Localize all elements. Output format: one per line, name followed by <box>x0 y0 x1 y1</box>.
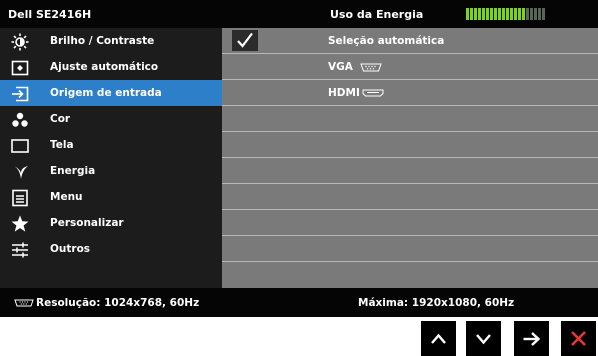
sidebar-item-others[interactable]: Outros <box>0 236 222 262</box>
energy-meter-segment <box>510 8 513 20</box>
display-icon <box>11 137 29 153</box>
energy-meter-segment <box>482 8 485 20</box>
option-label: HDMI <box>328 87 360 99</box>
brightness-icon <box>11 33 29 51</box>
sidebar-item-menu[interactable]: Menu <box>0 184 222 210</box>
sidebar-item-label: Cor <box>50 113 71 125</box>
close-icon <box>571 331 586 346</box>
energy-meter-segment <box>514 8 517 20</box>
sidebar: Brilho / Contraste Ajuste automático Ori… <box>0 28 222 288</box>
energy-meter-segment <box>502 8 505 20</box>
sidebar-item-brightness-contrast[interactable]: Brilho / Contraste <box>0 28 222 54</box>
option-label: Seleção automática <box>328 35 445 47</box>
option-row-vga[interactable]: VGA <box>222 54 598 80</box>
option-label: VGA <box>328 61 353 73</box>
energy-usage-label: Uso da Energia <box>330 8 424 21</box>
empty-row <box>222 236 598 262</box>
vga-connector-icon <box>360 63 382 72</box>
star-icon <box>11 215 29 232</box>
hdmi-connector-icon <box>362 89 384 97</box>
option-row-auto-select[interactable]: Seleção automática <box>222 28 598 54</box>
menu-icon <box>11 189 28 207</box>
sidebar-item-label: Tela <box>50 139 74 151</box>
energy-meter-segment <box>470 8 473 20</box>
energy-meter-segment <box>534 8 537 20</box>
nav-close-button[interactable] <box>561 321 596 356</box>
sidebar-item-label: Brilho / Contraste <box>50 35 155 47</box>
sidebar-item-color[interactable]: Cor <box>0 106 222 132</box>
energy-meter-segment <box>506 8 509 20</box>
energy-meter-segment <box>518 8 521 20</box>
energy-meter-segment <box>474 8 477 20</box>
down-arrow-icon <box>476 334 491 345</box>
osd-menu: Dell SE2416H Uso da Energia Brilho / Con… <box>0 0 598 317</box>
empty-row <box>222 184 598 210</box>
maximum-resolution: Máxima: 1920x1080, 60Hz <box>358 297 515 309</box>
energy-meter-segment <box>522 8 525 20</box>
sidebar-item-personalize[interactable]: Personalizar <box>0 210 222 236</box>
sidebar-item-label: Menu <box>50 191 83 203</box>
nav-right-button[interactable] <box>514 321 549 356</box>
energy-meter-segment <box>530 8 533 20</box>
sidebar-item-label: Personalizar <box>50 217 124 229</box>
checkbox[interactable] <box>232 30 258 51</box>
nav-up-button[interactable] <box>421 321 456 356</box>
sidebar-item-input-source[interactable]: Origem de entrada <box>0 80 222 106</box>
empty-row <box>222 210 598 236</box>
content-panel: Seleção automática VGA HDMI <box>222 28 598 288</box>
energy-meter-segment <box>486 8 489 20</box>
input-source-icon <box>11 85 29 102</box>
option-row-hdmi[interactable]: HDMI <box>222 80 598 106</box>
energy-meter-segment <box>498 8 501 20</box>
sliders-icon <box>11 241 28 258</box>
energy-icon <box>11 163 28 179</box>
color-icon <box>11 111 28 127</box>
checkmark-icon <box>237 32 253 48</box>
auto-adjust-icon <box>11 59 29 76</box>
sidebar-item-label: Energia <box>50 165 96 177</box>
empty-row <box>222 132 598 158</box>
sidebar-item-label: Outros <box>50 243 91 255</box>
energy-usage-meter <box>466 8 545 20</box>
right-arrow-icon <box>523 332 541 346</box>
sidebar-item-display[interactable]: Tela <box>0 132 222 158</box>
up-arrow-icon <box>431 333 446 344</box>
current-resolution: Resolução: 1024x768, 60Hz <box>36 297 200 309</box>
header-bar: Dell SE2416H Uso da Energia <box>0 0 598 28</box>
energy-meter-segment <box>490 8 493 20</box>
empty-row <box>222 106 598 132</box>
energy-meter-segment <box>478 8 481 20</box>
energy-meter-segment <box>494 8 497 20</box>
monitor-model: Dell SE2416H <box>8 8 92 21</box>
empty-row <box>222 158 598 184</box>
status-bar: Resolução: 1024x768, 60Hz Máxima: 1920x1… <box>0 288 598 317</box>
energy-meter-segment <box>466 8 469 20</box>
nav-down-button[interactable] <box>466 321 501 356</box>
sidebar-item-energy[interactable]: Energia <box>0 158 222 184</box>
energy-meter-segment <box>538 8 541 20</box>
vga-connector-icon <box>14 299 34 307</box>
sidebar-item-label: Origem de entrada <box>50 87 162 99</box>
energy-meter-segment <box>526 8 529 20</box>
sidebar-item-auto-adjust[interactable]: Ajuste automático <box>0 54 222 80</box>
sidebar-item-label: Ajuste automático <box>50 61 159 73</box>
energy-meter-segment <box>542 8 545 20</box>
